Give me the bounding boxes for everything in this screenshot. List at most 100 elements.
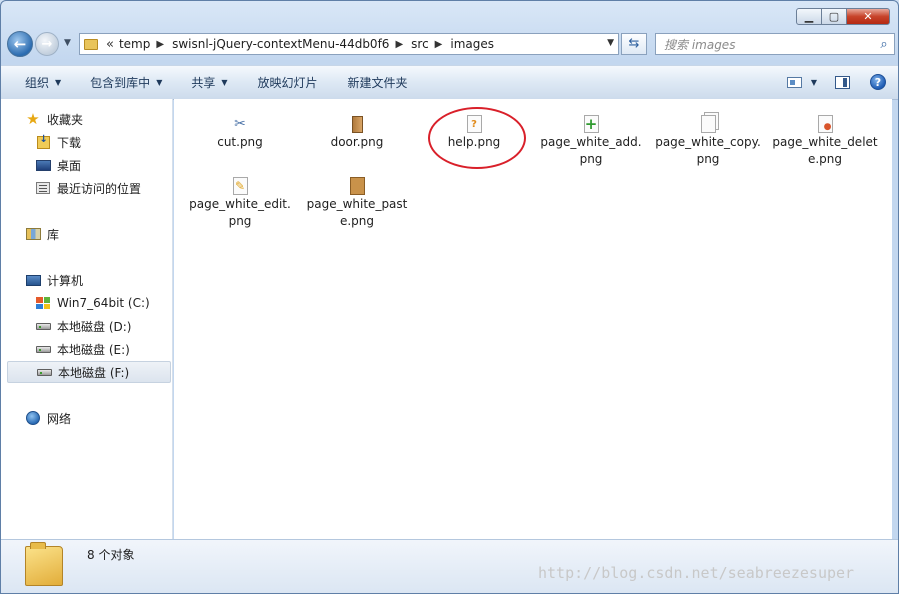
search-icon[interactable]: ⌕: [874, 37, 894, 52]
nav-drive-c[interactable]: Win7_64bit (C:): [35, 293, 150, 313]
chevron-down-icon: ▼: [156, 78, 163, 87]
nav-network-label: 网络: [47, 411, 72, 426]
address-bar[interactable]: « temp ▶ swisnl-jQuery-contextMenu-44db0…: [79, 33, 619, 55]
organize-menu[interactable]: 组织 ▼: [25, 74, 61, 91]
nav-desktop[interactable]: 桌面: [35, 155, 81, 175]
breadcrumb-chevron-icon[interactable]: ▶: [395, 39, 403, 50]
address-dropdown-icon[interactable]: ▼: [607, 38, 614, 48]
downloads-folder-icon: [35, 134, 51, 149]
chevron-down-icon: ▼: [221, 78, 228, 87]
nav-libraries-label: 库: [47, 227, 60, 242]
explorer-window: ▁ ▢ ✕ ← → ▼ « temp ▶ swisnl-jQuery-conte…: [0, 0, 899, 594]
search-box[interactable]: 搜索 images ⌕: [655, 33, 895, 55]
breadcrumb-images[interactable]: images: [450, 37, 494, 51]
minimize-button[interactable]: ▁: [796, 8, 822, 25]
file-icon-area: [298, 99, 416, 133]
windows-drive-icon: [35, 296, 51, 310]
file-icon-area: ?: [415, 99, 533, 133]
nav-network[interactable]: 网络: [25, 408, 71, 428]
file-name: door.png: [330, 135, 384, 149]
nav-recent-places[interactable]: 最近访问的位置: [35, 178, 141, 198]
file-item[interactable]: ● page_white_delete.png: [766, 99, 884, 168]
include-in-library-menu[interactable]: 包含到库中 ▼: [90, 74, 162, 91]
hard-drive-icon: [35, 342, 51, 356]
file-item[interactable]: page_white_paste.png: [298, 161, 416, 230]
network-icon: [25, 411, 41, 425]
nav-libraries[interactable]: 库: [25, 224, 59, 244]
nav-favorites[interactable]: ★ 收藏夹: [25, 109, 83, 129]
preview-pane-icon[interactable]: [835, 75, 850, 89]
nav-drive-e[interactable]: 本地磁盘 (E:): [35, 339, 130, 359]
folder-icon: [84, 38, 98, 50]
nav-drive-d-label: 本地磁盘 (D:): [57, 319, 132, 334]
page-edit-icon: ✎: [232, 177, 248, 195]
refresh-button[interactable]: ⇆: [621, 33, 647, 55]
chevron-down-icon: ▼: [55, 78, 62, 87]
file-name: page_white_add.png: [540, 135, 642, 166]
star-icon: ★: [26, 110, 40, 128]
share-label: 共享: [191, 76, 216, 90]
file-name: page_white_paste.png: [306, 197, 408, 228]
breadcrumb-chevron-icon[interactable]: ▶: [156, 39, 164, 50]
computer-icon: [25, 273, 41, 287]
breadcrumb-src[interactable]: src: [411, 37, 429, 51]
breadcrumb-temp[interactable]: temp: [119, 37, 150, 51]
new-folder-label: 新建文件夹: [347, 76, 408, 90]
item-count: 8 个对象: [87, 548, 135, 562]
nav-drive-f-label: 本地磁盘 (F:): [58, 365, 130, 380]
file-item[interactable]: + page_white_add.png: [532, 99, 650, 168]
nav-computer[interactable]: 计算机: [25, 270, 83, 290]
file-icon-area: ✂: [181, 99, 299, 133]
slideshow-label: 放映幻灯片: [257, 76, 318, 90]
share-menu[interactable]: 共享 ▼: [191, 74, 227, 91]
nav-desktop-label: 桌面: [57, 158, 82, 173]
watermark: http://blog.csdn.net/seabreezesuper: [538, 564, 855, 582]
search-input[interactable]: 搜索 images: [656, 36, 874, 53]
forward-button[interactable]: →: [35, 32, 59, 56]
desktop-icon: [35, 158, 51, 172]
breadcrumb-repo[interactable]: swisnl-jQuery-contextMenu-44db0f6: [172, 37, 389, 51]
nav-recent-label: 最近访问的位置: [57, 181, 142, 196]
command-bar: 组织 ▼ 包含到库中 ▼ 共享 ▼ 放映幻灯片 新建文件夹 ▼ ?: [1, 65, 898, 100]
nav-downloads-label: 下载: [57, 135, 82, 150]
nav-drive-c-label: Win7_64bit (C:): [57, 296, 150, 310]
breadcrumb-overflow[interactable]: «: [106, 37, 114, 52]
organize-label: 组织: [25, 76, 50, 90]
nav-computer-label: 计算机: [47, 273, 84, 288]
change-view-icon[interactable]: [786, 76, 802, 88]
navigation-bar: ← → ▼ « temp ▶ swisnl-jQuery-contextMenu…: [7, 31, 895, 58]
close-button[interactable]: ✕: [846, 8, 890, 25]
file-item[interactable]: page_white_copy.png: [649, 99, 767, 168]
file-name: cut.png: [217, 135, 263, 149]
file-icon-area: [298, 161, 416, 195]
new-folder-button[interactable]: 新建文件夹: [348, 74, 408, 91]
file-name: page_white_copy.png: [655, 135, 761, 166]
file-item[interactable]: ✎ page_white_edit.png: [181, 161, 299, 230]
slideshow-button[interactable]: 放映幻灯片: [258, 74, 318, 91]
maximize-button[interactable]: ▢: [821, 8, 847, 25]
include-in-library-label: 包含到库中: [90, 76, 151, 90]
file-name: page_white_delete.png: [772, 135, 878, 166]
hard-drive-icon: [36, 365, 52, 379]
back-button[interactable]: ←: [7, 31, 33, 57]
page-delete-icon: ●: [817, 115, 833, 133]
recent-pages-dropdown[interactable]: ▼: [64, 38, 71, 48]
file-item[interactable]: door.png: [298, 99, 416, 151]
file-icon-area: ✎: [181, 161, 299, 195]
library-icon: [25, 227, 41, 241]
file-icon-area: ●: [766, 99, 884, 133]
file-name: help.png: [447, 135, 501, 149]
breadcrumb-chevron-icon[interactable]: ▶: [435, 39, 443, 50]
nav-drive-f[interactable]: 本地磁盘 (F:): [7, 361, 171, 383]
help-icon[interactable]: ?: [870, 74, 886, 90]
nav-drive-d[interactable]: 本地磁盘 (D:): [35, 316, 131, 336]
view-options-dropdown[interactable]: ▼: [811, 78, 817, 87]
page-copy-icon: [700, 115, 716, 133]
nav-downloads[interactable]: 下载: [35, 132, 81, 152]
page-add-icon: +: [583, 115, 599, 133]
file-name: page_white_edit.png: [189, 197, 291, 228]
file-item[interactable]: ✂ cut.png: [181, 99, 299, 151]
nav-favorites-label: 收藏夹: [47, 112, 84, 127]
window-controls: ▁ ▢ ✕: [796, 8, 890, 25]
file-item[interactable]: ? help.png: [415, 99, 533, 151]
